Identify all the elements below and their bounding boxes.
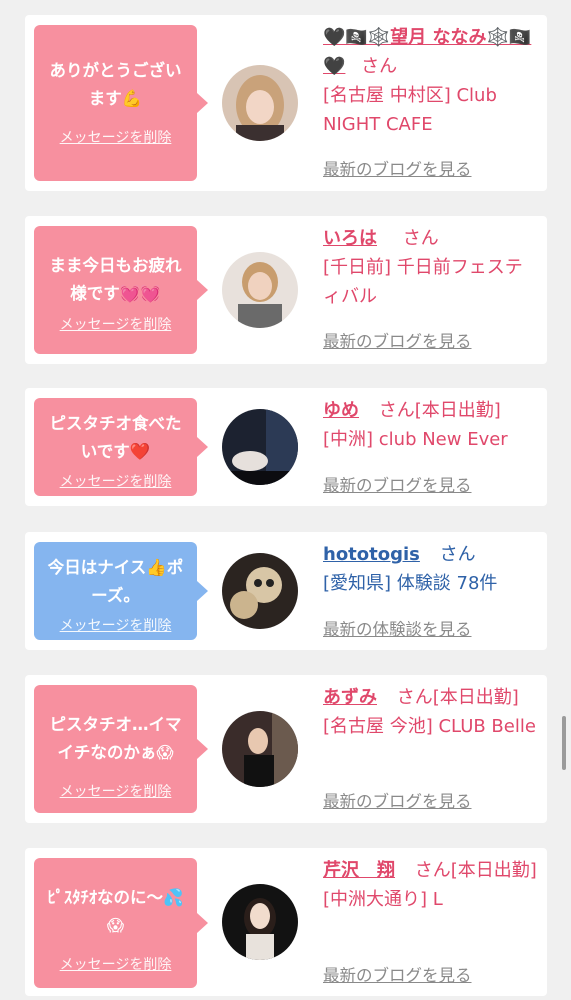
sender-info: 🖤🏴‍☠️🕸️望月 ななみ🕸️🏴‍☠️🖤 さん [名古屋 中村区] Club N… — [323, 23, 538, 139]
delete-message-link[interactable]: メッセージを削除 — [34, 615, 197, 635]
avatar-photo-icon — [222, 884, 298, 960]
latest-blog-link[interactable]: 最新のブログを見る — [323, 472, 472, 496]
honorific: さん — [361, 56, 398, 77]
message-text: 今日はナイス👍ポーズ。 — [47, 558, 184, 605]
message-bubble: 今日はナイス👍ポーズ。 メッセージを削除 — [34, 542, 208, 640]
latest-blog-link[interactable]: 最新のブログを見る — [323, 962, 472, 986]
message-card: ピスタチオ…イマイチなのかぁ😱 メッセージを削除 あずみ さん[本日出勤] [名… — [25, 675, 547, 823]
shop-label: [愛知県] 体験談 78件 — [323, 573, 498, 594]
shop-label: [中洲] club New Ever — [323, 429, 508, 450]
sender-info: ゆめ さん[本日出勤] [中洲] club New Ever — [323, 396, 538, 454]
avatar-photo-icon — [222, 65, 298, 141]
sender-info: いろは さん [千日前] 千日前フェスティバル — [323, 224, 538, 311]
message-text: ﾋﾟｽﾀﾁｵなのに〜💦😱 — [47, 888, 184, 935]
delete-message-link[interactable]: メッセージを削除 — [34, 471, 197, 491]
avatar[interactable] — [222, 65, 298, 141]
message-card: ピスタチオ食べたいです❤️ メッセージを削除 ゆめ さん[本日出勤] [中洲] … — [25, 388, 547, 506]
sender-info: hototogis さん [愛知県] 体験談 78件 — [323, 540, 538, 598]
sender-name-link[interactable]: いろは — [323, 228, 377, 249]
sender-name-link[interactable]: 🖤🏴‍☠️🕸️望月 ななみ🕸️🏴‍☠️🖤 — [323, 27, 531, 77]
sender-info: 芹沢 翔 さん[本日出勤] [中洲大通り] L — [323, 856, 538, 914]
message-card: まま今日もお疲れ様です💓💓 メッセージを削除 いろは さん [千日前] 千日前フ… — [25, 216, 547, 364]
honorific: さん — [402, 228, 439, 249]
delete-message-link[interactable]: メッセージを削除 — [34, 127, 197, 147]
avatar-photo-icon — [222, 252, 298, 328]
message-card: 今日はナイス👍ポーズ。 メッセージを削除 hototogis さん [愛知県] … — [25, 532, 547, 650]
message-bubble: まま今日もお疲れ様です💓💓 メッセージを削除 — [34, 226, 208, 354]
message-text: まま今日もお疲れ様です💓💓 — [49, 256, 182, 303]
honorific: さん — [396, 687, 433, 708]
honorific: さん — [378, 400, 415, 421]
shop-label: [名古屋 今池] CLUB Belle — [323, 716, 536, 737]
message-bubble: ありがとうございます💪 メッセージを削除 — [34, 25, 208, 181]
avatar-photo-icon — [222, 553, 298, 629]
shop-label: [名古屋 中村区] Club NIGHT CAFE — [323, 85, 497, 135]
latest-blog-link[interactable]: 最新のブログを見る — [323, 328, 472, 352]
message-bubble: ピスタチオ食べたいです❤️ メッセージを削除 — [34, 398, 208, 496]
sender-name-link[interactable]: 芹沢 翔 — [323, 860, 395, 881]
avatar[interactable] — [222, 252, 298, 328]
sender-name-link[interactable]: ゆめ — [323, 400, 359, 421]
avatar[interactable] — [222, 711, 298, 787]
message-text: ピスタチオ食べたいです❤️ — [49, 414, 182, 461]
message-bubble: ﾋﾟｽﾀﾁｵなのに〜💦😱 メッセージを削除 — [34, 858, 208, 988]
sender-name-link[interactable]: hototogis — [323, 544, 420, 565]
latest-blog-link[interactable]: 最新のブログを見る — [323, 156, 472, 180]
attendance-status: [本日出勤] — [414, 400, 501, 421]
avatar[interactable] — [222, 553, 298, 629]
avatar-photo-icon — [222, 711, 298, 787]
sender-info: あずみ さん[本日出勤] [名古屋 今池] CLUB Belle — [323, 683, 538, 741]
avatar[interactable] — [222, 409, 298, 485]
shop-label: [中洲大通り] L — [323, 889, 443, 910]
shop-label: [千日前] 千日前フェスティバル — [323, 257, 523, 307]
message-card: ありがとうございます💪 メッセージを削除 🖤🏴‍☠️🕸️望月 ななみ🕸️🏴‍☠️… — [25, 15, 547, 191]
attendance-status: [本日出勤] — [450, 860, 537, 881]
attendance-status: [本日出勤] — [432, 687, 519, 708]
message-text: ありがとうございます💪 — [49, 61, 182, 108]
honorific: さん — [414, 860, 451, 881]
avatar[interactable] — [222, 884, 298, 960]
avatar-photo-icon — [222, 409, 298, 485]
message-card: ﾋﾟｽﾀﾁｵなのに〜💦😱 メッセージを削除 芹沢 翔 さん[本日出勤] [中洲大… — [25, 848, 547, 996]
delete-message-link[interactable]: メッセージを削除 — [34, 954, 197, 974]
latest-review-link[interactable]: 最新の体験談を見る — [323, 616, 472, 640]
scrollbar[interactable] — [562, 716, 566, 770]
message-text: ピスタチオ…イマイチなのかぁ😱 — [49, 715, 182, 762]
message-bubble: ピスタチオ…イマイチなのかぁ😱 メッセージを削除 — [34, 685, 208, 813]
sender-name-link[interactable]: あずみ — [323, 687, 377, 708]
delete-message-link[interactable]: メッセージを削除 — [34, 314, 197, 334]
honorific: さん — [439, 544, 476, 565]
delete-message-link[interactable]: メッセージを削除 — [34, 781, 197, 801]
latest-blog-link[interactable]: 最新のブログを見る — [323, 788, 472, 812]
